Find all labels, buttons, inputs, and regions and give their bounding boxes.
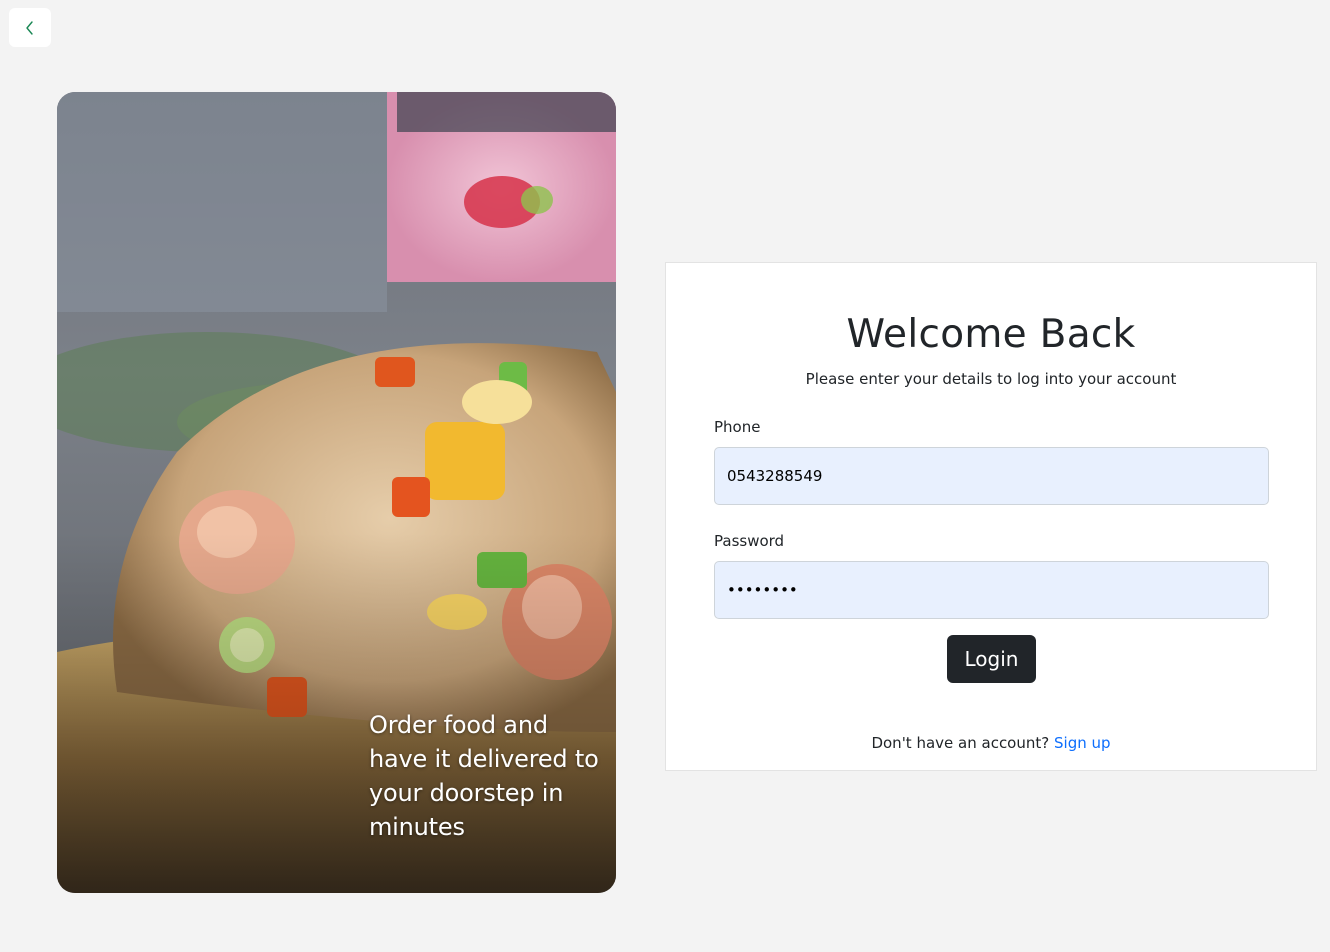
page-subtitle: Please enter your details to log into yo… xyxy=(805,370,1177,388)
page-title: Welcome Back xyxy=(846,312,1136,357)
login-page: Order food and have it delivered to your… xyxy=(0,0,1330,952)
hero-tagline: Order food and have it delivered to your… xyxy=(369,711,599,841)
chevron-left-icon xyxy=(23,19,37,37)
back-button[interactable] xyxy=(9,8,51,47)
signup-link[interactable]: Sign up xyxy=(1054,734,1111,752)
login-card: Welcome Back Please enter your details t… xyxy=(665,262,1317,771)
hero-image-panel: Order food and have it delivered to your… xyxy=(57,92,616,893)
signup-row: Don't have an account? Sign up xyxy=(666,732,1316,754)
phone-input[interactable] xyxy=(714,447,1269,505)
phone-label: Phone xyxy=(714,418,761,436)
password-label: Password xyxy=(714,532,785,550)
password-input[interactable] xyxy=(714,561,1269,619)
signup-prompt: Don't have an account? xyxy=(871,734,1050,752)
login-button[interactable]: Login xyxy=(947,635,1036,683)
